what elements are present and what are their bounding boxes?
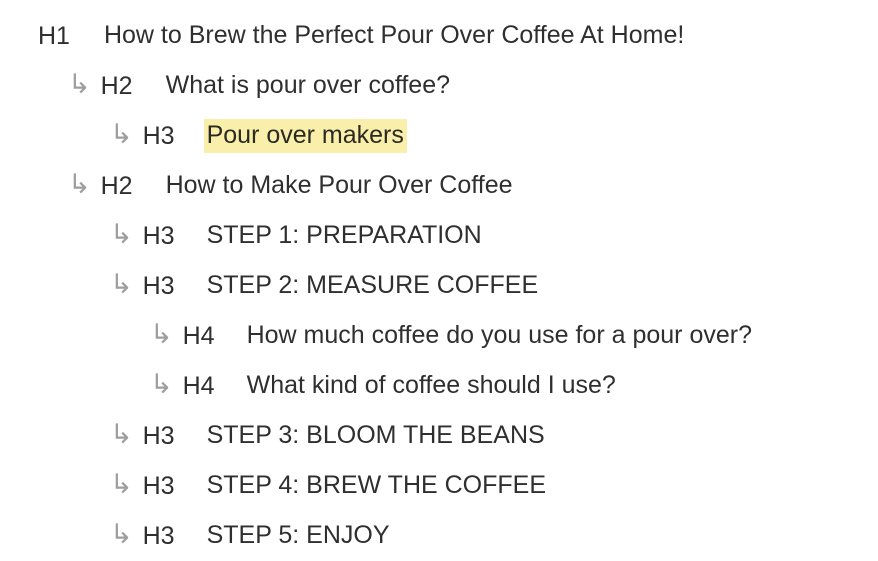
heading-level-tag: H3: [142, 471, 175, 500]
child-arrow-icon: ↳: [110, 268, 133, 300]
outline-row[interactable]: ↳ H3 STEP 5: ENJOY: [0, 511, 393, 561]
heading-level-tag: H2: [100, 71, 133, 100]
heading-text[interactable]: How to Brew the Perfect Pour Over Coffee…: [101, 19, 687, 53]
heading-text[interactable]: STEP 2: MEASURE COFFEE: [204, 269, 542, 303]
child-arrow-icon: ↳: [110, 518, 133, 550]
heading-text[interactable]: How to Make Pour Over Coffee: [163, 169, 516, 203]
outline-row[interactable]: ↳ H3 STEP 3: BLOOM THE BEANS: [0, 411, 548, 461]
outline-row[interactable]: ↳ H2 What is pour over coffee?: [0, 61, 453, 111]
heading-level-tag: H3: [142, 121, 175, 150]
child-arrow-icon: ↳: [110, 218, 133, 250]
heading-text[interactable]: What kind of coffee should I use?: [244, 369, 619, 403]
outline-row[interactable]: ↳ H4 What kind of coffee should I use?: [0, 361, 619, 411]
outline-row[interactable]: ↳ H3 STEP 4: BREW THE COFFEE: [0, 461, 549, 511]
outline-row[interactable]: ↳ H3 STEP 1: PREPARATION: [0, 211, 485, 261]
outline-row[interactable]: ↳ H3 STEP 2: MEASURE COFFEE: [0, 261, 541, 311]
outline-row[interactable]: H1 How to Brew the Perfect Pour Over Coff…: [0, 11, 687, 61]
heading-level-tag: H2: [100, 171, 133, 200]
child-arrow-icon: ↳: [150, 318, 173, 350]
outline-row[interactable]: ↳ H3 Pour over makers: [0, 111, 407, 161]
heading-text[interactable]: STEP 4: BREW THE COFFEE: [204, 469, 549, 503]
heading-text[interactable]: What is pour over coffee?: [163, 69, 453, 103]
heading-text-highlighted[interactable]: Pour over makers: [203, 119, 407, 153]
outline-row[interactable]: ↳ H4 How much coffee do you use for a pour…: [0, 311, 755, 361]
child-arrow-icon: ↳: [68, 68, 91, 100]
child-arrow-icon: ↳: [110, 418, 133, 450]
heading-text[interactable]: STEP 1: PREPARATION: [204, 219, 485, 253]
heading-level-tag: H1: [38, 21, 70, 50]
heading-text[interactable]: STEP 5: ENJOY: [204, 519, 393, 553]
heading-text[interactable]: How much coffee do you use for a pour ov…: [244, 319, 755, 353]
heading-level-tag: H3: [142, 521, 175, 550]
heading-text[interactable]: STEP 3: BLOOM THE BEANS: [204, 419, 548, 453]
heading-outline-panel: H1 How to Brew the Perfect Pour Over Coff…: [0, 0, 878, 558]
child-arrow-icon: ↳: [68, 168, 91, 200]
child-arrow-icon: ↳: [110, 468, 133, 500]
heading-level-tag: H4: [182, 371, 215, 400]
heading-level-tag: H3: [142, 421, 175, 450]
child-arrow-icon: ↳: [150, 368, 173, 400]
heading-level-tag: H4: [182, 321, 215, 350]
heading-level-tag: H3: [142, 271, 175, 300]
outline-row[interactable]: ↳ H2 How to Make Pour Over Coffee: [0, 161, 516, 211]
child-arrow-icon: ↳: [110, 118, 133, 150]
heading-level-tag: H3: [142, 221, 175, 250]
